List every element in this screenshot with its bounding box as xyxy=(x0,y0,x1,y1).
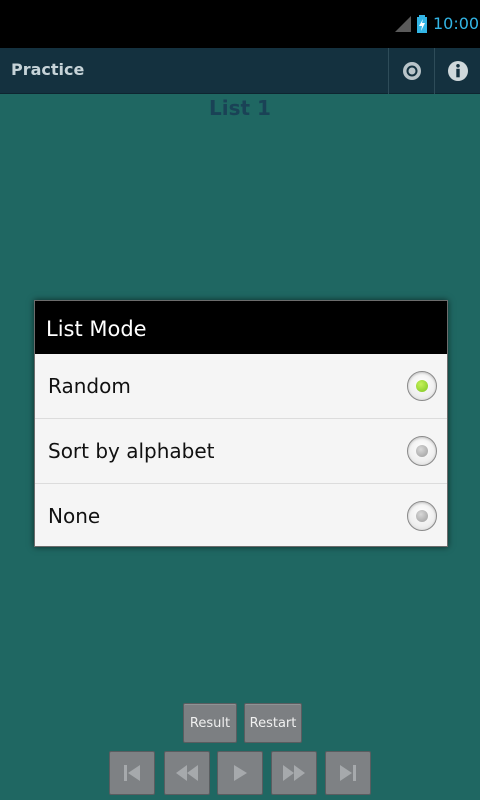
option-label: Sort by alphabet xyxy=(48,439,215,463)
status-bar: 10:00 xyxy=(0,0,480,48)
signal-icon xyxy=(395,16,411,32)
play-button[interactable] xyxy=(217,751,263,795)
option-label: None xyxy=(48,504,101,528)
radio-button[interactable] xyxy=(407,501,437,531)
radio-dot-icon xyxy=(416,445,428,457)
rewind-icon xyxy=(176,765,198,781)
settings-button[interactable] xyxy=(389,48,434,94)
option-sort-by-alphabet[interactable]: Sort by alphabet xyxy=(35,419,447,484)
skip-last-button[interactable] xyxy=(325,751,371,795)
radio-dot-icon xyxy=(416,380,428,392)
restart-button[interactable]: Restart xyxy=(244,703,302,743)
info-icon xyxy=(447,61,468,81)
battery-charging-icon xyxy=(417,15,427,33)
option-label: Random xyxy=(48,374,131,398)
result-button[interactable]: Result xyxy=(183,703,237,743)
status-clock: 10:00 xyxy=(433,14,480,33)
action-bar-title: Practice xyxy=(11,60,85,79)
option-none[interactable]: None xyxy=(35,484,447,547)
radio-dot-icon xyxy=(416,510,428,522)
skip-last-icon xyxy=(340,765,356,781)
rewind-button[interactable] xyxy=(164,751,210,795)
fast-forward-icon xyxy=(283,765,305,781)
fast-forward-button[interactable] xyxy=(271,751,317,795)
list-mode-dialog: List Mode Random Sort by alphabet None xyxy=(34,300,448,547)
skip-first-button[interactable] xyxy=(109,751,155,795)
option-random[interactable]: Random xyxy=(35,354,447,419)
play-icon xyxy=(234,765,247,781)
skip-first-icon xyxy=(124,765,140,781)
info-button[interactable] xyxy=(435,48,480,94)
action-bar: Practice xyxy=(0,48,480,94)
settings-icon xyxy=(402,62,421,80)
dialog-title: List Mode xyxy=(35,301,447,354)
radio-button[interactable] xyxy=(407,436,437,466)
radio-button-checked[interactable] xyxy=(407,371,437,401)
